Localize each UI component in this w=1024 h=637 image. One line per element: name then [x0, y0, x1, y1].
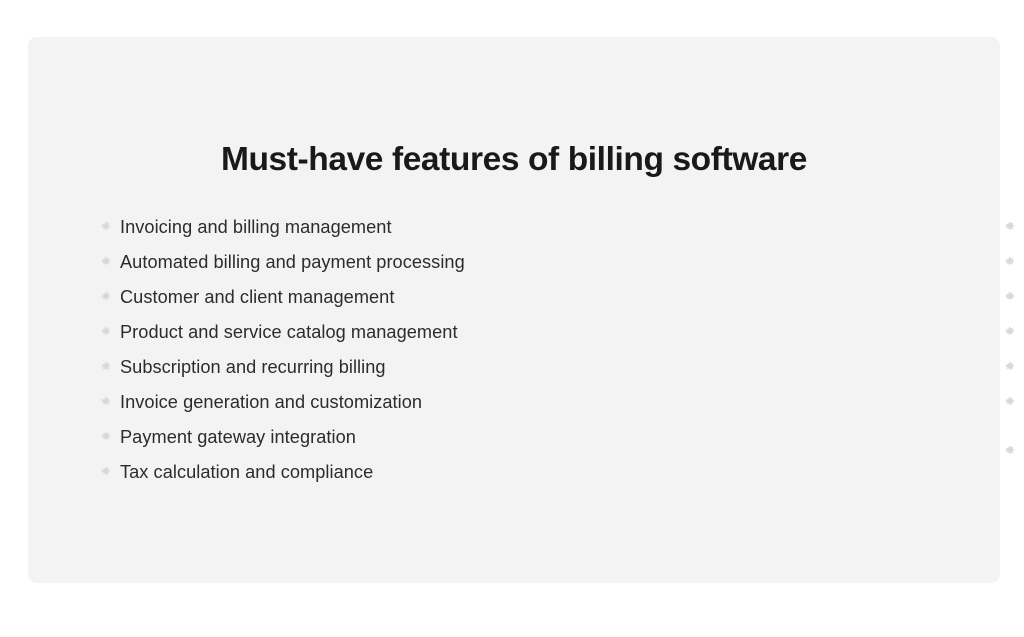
list-item: Tax calculation and compliance	[100, 460, 465, 495]
list-item: Mobile accessibility	[465, 390, 1024, 425]
list-item: Notifications and reminders	[465, 320, 1024, 355]
page-title: Must-have features of billing software	[220, 141, 808, 178]
list-item: Invoicing and billing management	[100, 215, 465, 250]
sparkle-starburst-icon	[100, 361, 112, 373]
list-item: Reporting and analytics	[465, 215, 1024, 250]
list-item: Invoice generation and customization	[100, 390, 465, 425]
sparkle-starburst-icon	[1004, 326, 1016, 338]
feature-column-left: Invoicing and billing management Automat…	[28, 215, 465, 495]
list-item-label: Customer and client management	[120, 287, 395, 307]
list-item-label: Subscription and recurring billing	[120, 357, 386, 377]
list-item: Payment gateway integration	[100, 425, 465, 460]
list-item-label: Automated billing and payment processing	[120, 252, 465, 272]
list-item: Customer and client management	[100, 285, 465, 320]
list-item: User roles and permissions	[465, 355, 1024, 390]
list-item-label: Tax calculation and compliance	[120, 462, 374, 482]
sparkle-starburst-icon	[1004, 221, 1016, 233]
sparkle-starburst-icon	[100, 396, 112, 408]
sparkle-starburst-icon	[1004, 361, 1016, 373]
sparkle-starburst-icon	[100, 291, 112, 303]
list-item: Integration with accounting systems	[465, 285, 1024, 320]
list-item-label: Payment gateway integration	[120, 427, 356, 447]
feature-card: Must-have features of billing software I…	[28, 37, 1024, 583]
list-item: Product and service catalog management	[100, 320, 465, 355]
sparkle-starburst-icon	[100, 431, 112, 443]
list-item-label: Invoicing and billing management	[120, 217, 392, 237]
sparkle-starburst-icon	[100, 466, 112, 478]
list-item-label: Invoice generation and customization	[120, 392, 423, 412]
list-item: Subscription and recurring billing	[100, 355, 465, 390]
sparkle-starburst-icon	[1004, 445, 1016, 457]
list-item: Data backup and security	[465, 250, 1024, 285]
list-item-label: Product and service catalog management	[120, 322, 458, 342]
feature-columns: Invoicing and billing management Automat…	[28, 215, 1024, 519]
feature-column-right: Reporting and analytics Data backup and …	[465, 215, 1024, 519]
sparkle-starburst-icon	[100, 326, 112, 338]
sparkle-starburst-icon	[100, 256, 112, 268]
sparkle-starburst-icon	[1004, 396, 1016, 408]
list-item: Multi-currency and multi-language suppor…	[465, 384, 1024, 519]
list-item: Automated billing and payment processing	[100, 250, 465, 285]
sparkle-starburst-icon	[1004, 256, 1016, 268]
sparkle-starburst-icon	[1004, 291, 1016, 303]
sparkle-starburst-icon	[100, 221, 112, 233]
